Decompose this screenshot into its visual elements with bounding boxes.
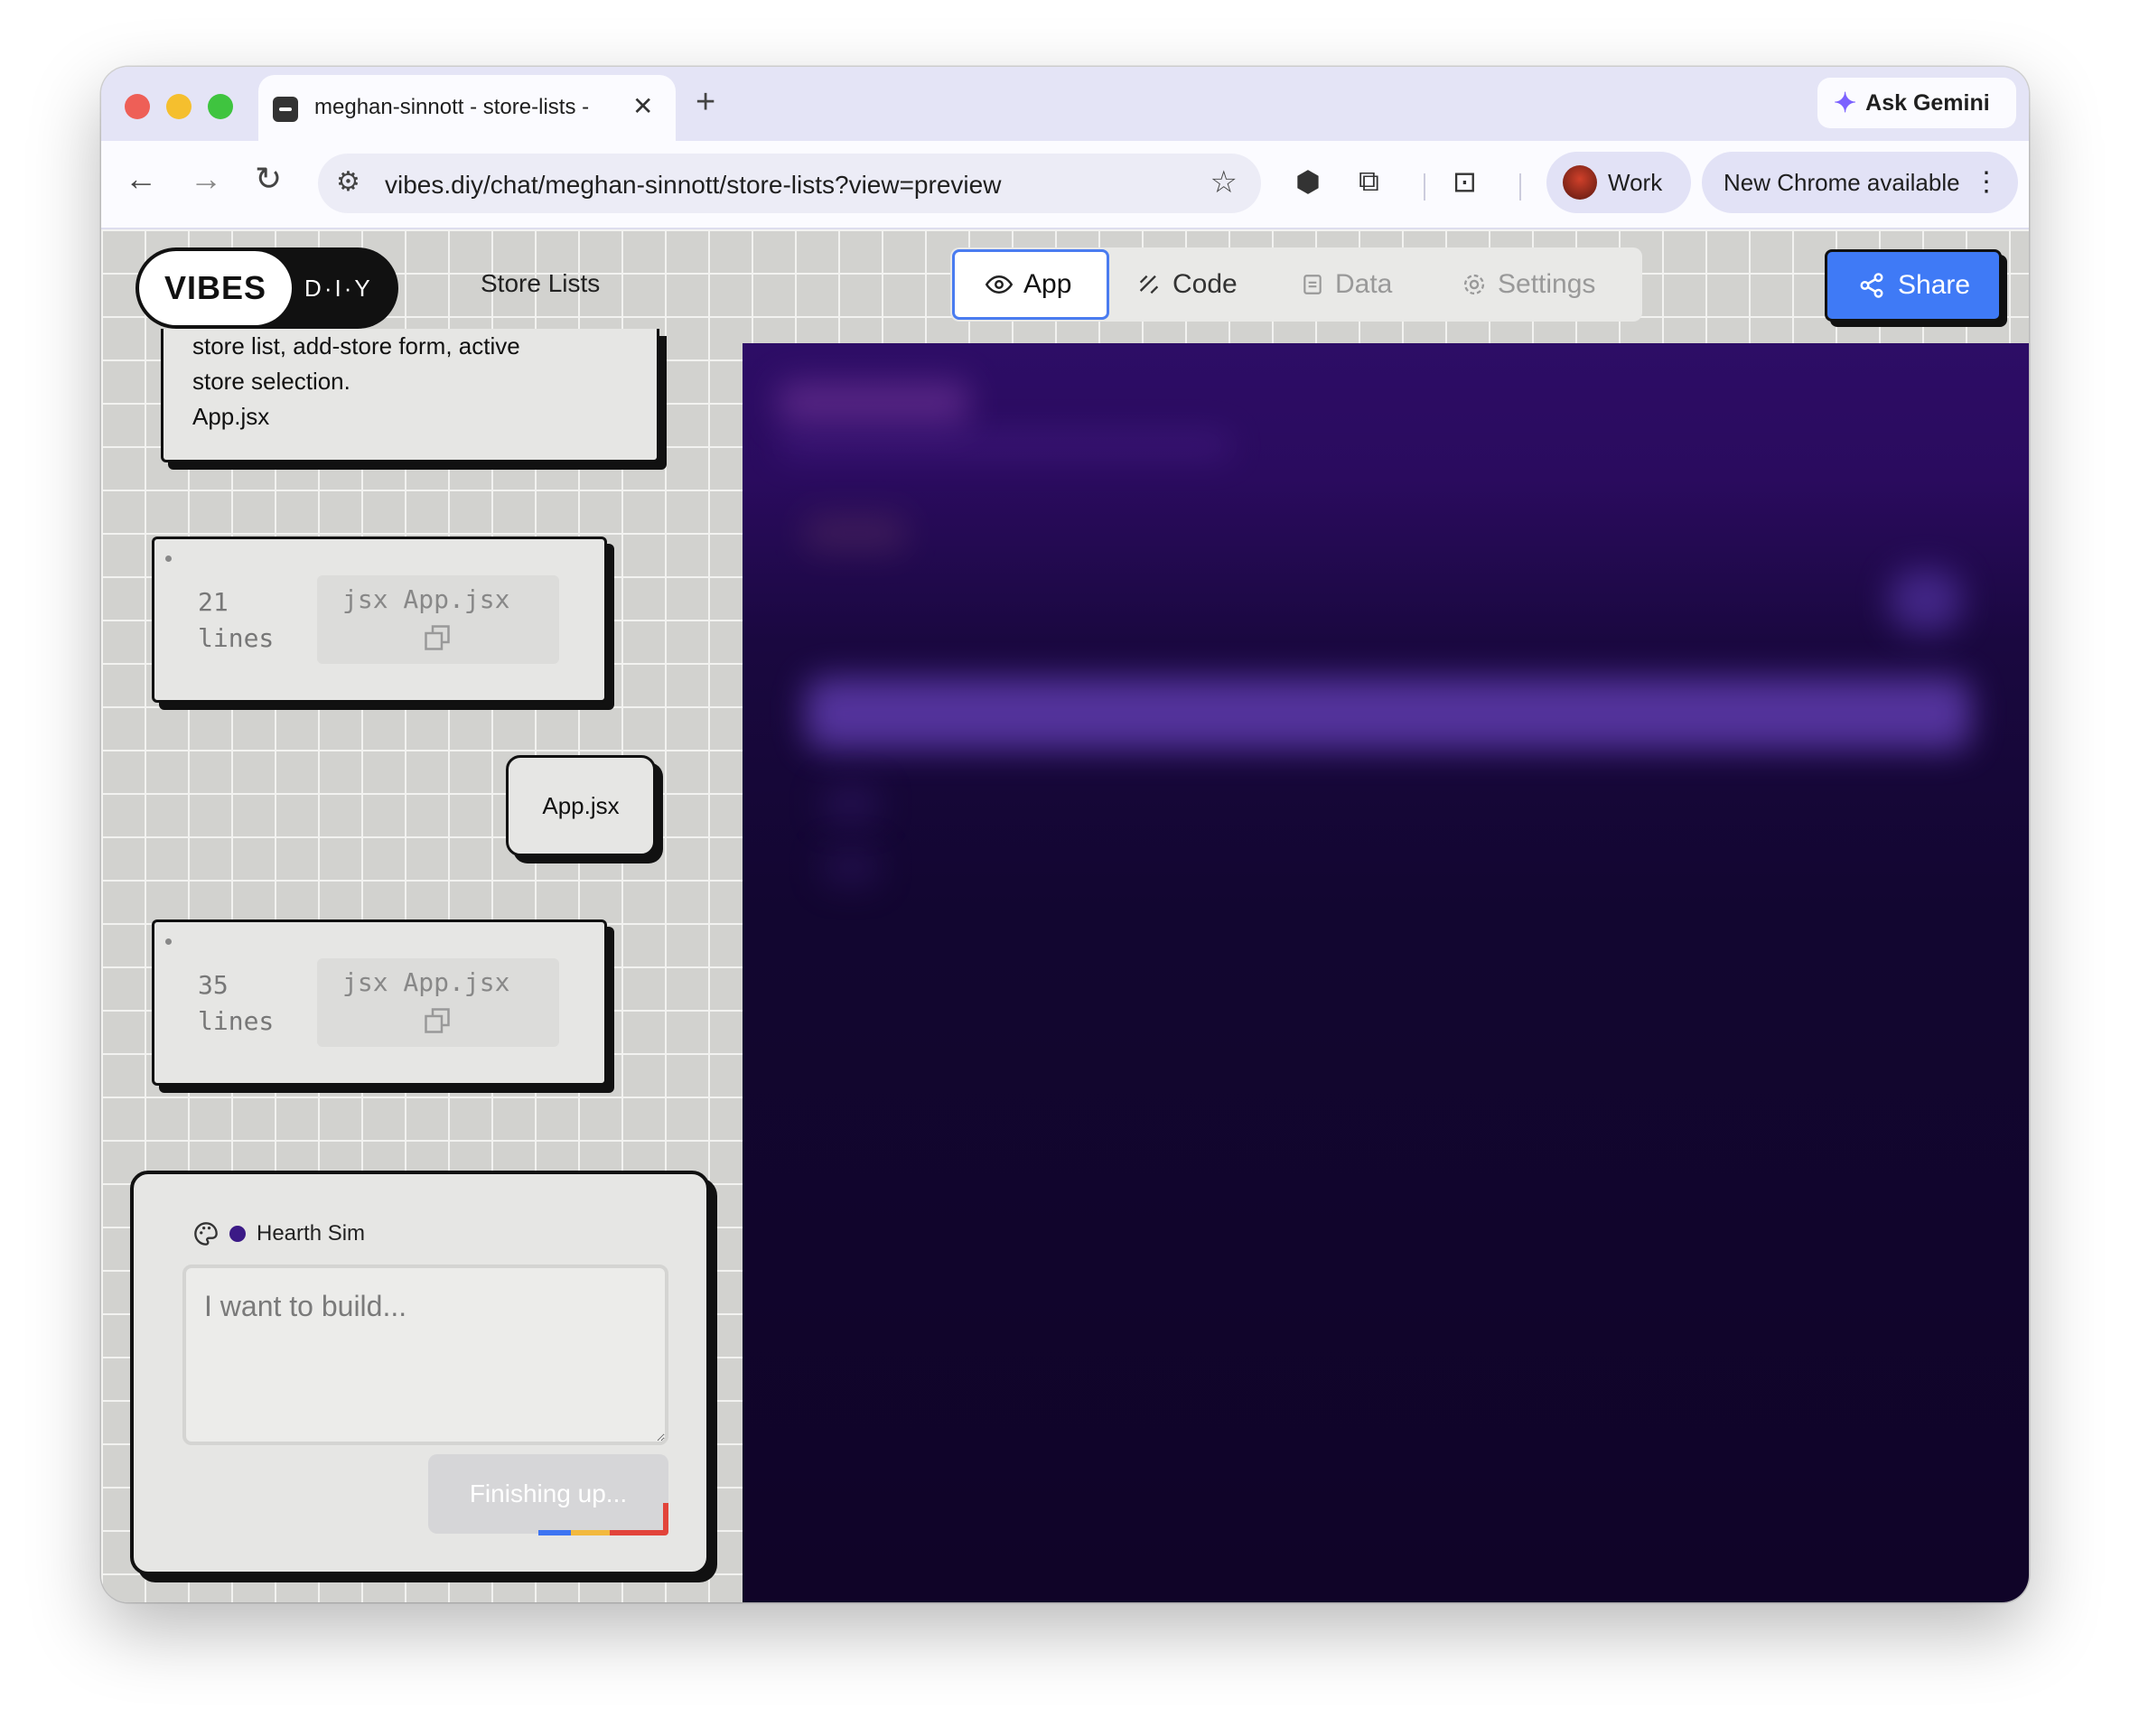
url-text[interactable]: vibes.diy/chat/meghan-sinnott/store-list… — [385, 171, 1001, 200]
file-chip[interactable]: jsx App.jsx — [317, 958, 559, 1047]
toolbar-divider — [1519, 173, 1521, 201]
extensions-puzzle-icon[interactable]: ⧉ — [1359, 164, 1379, 199]
extension-hexagon-icon[interactable]: ⬢ — [1295, 164, 1321, 199]
profile-label: Work — [1608, 168, 1663, 196]
maximize-window-button[interactable] — [208, 94, 233, 119]
status-dot — [165, 938, 172, 945]
data-icon — [1303, 275, 1322, 294]
gear-icon — [1463, 274, 1485, 295]
user-message-bubble: App.jsx — [506, 755, 656, 856]
back-arrow-icon[interactable]: ← — [125, 163, 157, 195]
app-preview-panel[interactable] — [743, 343, 2029, 1602]
file-name: jsx App.jsx — [342, 584, 510, 614]
blurred-button-shape — [1890, 569, 1962, 632]
new-tab-icon[interactable]: + — [696, 85, 715, 119]
blurred-row-shape — [824, 849, 878, 885]
vibes-logo[interactable]: VIBES D·I·Y — [135, 247, 398, 329]
line-count-unit: lines — [198, 1006, 275, 1036]
tab-app-label: App — [1023, 269, 1072, 299]
theme-color-dot — [229, 1226, 246, 1242]
progress-indicator-edge — [663, 1503, 668, 1535]
gemini-sparkle-icon: ✦ — [1834, 88, 1857, 118]
logo-wordmark: VIBES — [139, 251, 293, 325]
code-block-card[interactable]: 21 lines jsx App.jsx — [152, 537, 607, 703]
prompt-input[interactable] — [182, 1265, 668, 1445]
minimize-window-button[interactable] — [166, 94, 192, 119]
browser-tab[interactable]: meghan-sinnott - store-lists - ✕ — [258, 75, 676, 144]
message-filename: App.jsx — [192, 403, 270, 430]
ask-gemini-label: Ask Gemini — [1865, 89, 1990, 116]
profile-button[interactable]: Work — [1546, 152, 1691, 213]
copy-icon[interactable] — [424, 624, 451, 651]
forward-arrow-icon[interactable]: → — [190, 163, 222, 195]
chat-composer: Hearth Sim Finishing up... — [130, 1171, 710, 1575]
update-chrome-button[interactable]: New Chrome available ⋮ — [1702, 152, 2018, 213]
blurred-label-shape — [806, 515, 905, 551]
tab-settings-label: Settings — [1498, 269, 1596, 299]
tab-code[interactable]: Code — [1136, 249, 1238, 320]
file-name: jsx App.jsx — [342, 967, 510, 997]
ask-gemini-button[interactable]: ✦ Ask Gemini — [1817, 78, 2016, 128]
tab-data-label: Data — [1335, 269, 1393, 299]
user-message-text: App.jsx — [542, 791, 620, 819]
blurred-row-shape — [824, 786, 878, 822]
code-block-card[interactable]: 35 lines jsx App.jsx — [152, 919, 607, 1086]
line-count: 21 lines — [198, 584, 274, 657]
cast-search-icon[interactable]: ⊡ — [1453, 164, 1477, 199]
blurred-subtitle-shape — [779, 434, 1230, 457]
message-text: store list, add-store form, active store… — [192, 329, 520, 434]
logo-suffix: D·I·Y — [304, 274, 373, 302]
line-count: 35 lines — [198, 967, 274, 1040]
line-count-number: 21 — [198, 587, 229, 617]
line-count-unit: lines — [198, 623, 275, 653]
tab-app[interactable]: App — [952, 249, 1109, 320]
tab-settings[interactable]: Settings — [1462, 249, 1595, 320]
page-content: VIBES D·I·Y Store Lists App Code Data Se… — [101, 229, 2029, 1602]
palette-icon[interactable] — [193, 1221, 219, 1246]
close-window-button[interactable] — [125, 94, 150, 119]
line-count-number: 35 — [198, 970, 229, 1000]
blurred-input-shape — [806, 677, 1971, 750]
toolbar-divider — [1424, 173, 1425, 201]
blurred-header-shape — [779, 381, 968, 425]
browser-toolbar: ← → ↻ ⚙ vibes.diy/chat/meghan-sinnott/st… — [101, 141, 2029, 229]
assistant-message: store list, add-store form, active store… — [161, 329, 659, 462]
status-dot — [165, 555, 172, 562]
share-icon — [1860, 273, 1883, 298]
message-line: store list, add-store form, active — [192, 332, 520, 359]
reload-icon[interactable]: ↻ — [255, 163, 282, 195]
tab-data[interactable]: Data — [1301, 249, 1392, 320]
tab-code-label: Code — [1172, 269, 1238, 299]
share-label: Share — [1898, 270, 1971, 300]
share-button[interactable]: Share — [1825, 249, 2002, 322]
code-icon — [1139, 275, 1159, 294]
theme-name: Hearth Sim — [257, 1221, 366, 1246]
progress-indicator — [538, 1530, 668, 1535]
close-tab-icon[interactable]: ✕ — [632, 91, 653, 121]
avatar — [1563, 165, 1597, 200]
tab-title: meghan-sinnott - store-lists - — [314, 95, 590, 119]
copy-icon[interactable] — [424, 1007, 451, 1034]
menu-kebab-icon[interactable]: ⋮ — [1973, 166, 2000, 198]
browser-window: meghan-sinnott - store-lists - ✕ + ✦ Ask… — [101, 67, 2029, 1602]
bookmark-star-icon[interactable]: ☆ — [1210, 164, 1238, 201]
tab-strip: meghan-sinnott - store-lists - ✕ + ✦ Ask… — [101, 67, 2029, 144]
theme-selector[interactable]: Hearth Sim — [193, 1221, 365, 1246]
address-bar[interactable]: ⚙ vibes.diy/chat/meghan-sinnott/store-li… — [318, 154, 1261, 213]
eye-icon — [986, 275, 1013, 294]
view-switcher: App Code Data Settings — [950, 247, 1642, 322]
file-chip[interactable]: jsx App.jsx — [317, 575, 559, 664]
site-settings-icon[interactable]: ⚙ — [336, 166, 360, 198]
submit-button[interactable]: Finishing up... — [428, 1454, 668, 1534]
update-label: New Chrome available — [1724, 168, 1960, 196]
site-favicon-icon — [273, 97, 298, 122]
message-line: store selection. — [192, 368, 350, 395]
page-title: Store Lists — [481, 269, 601, 297]
